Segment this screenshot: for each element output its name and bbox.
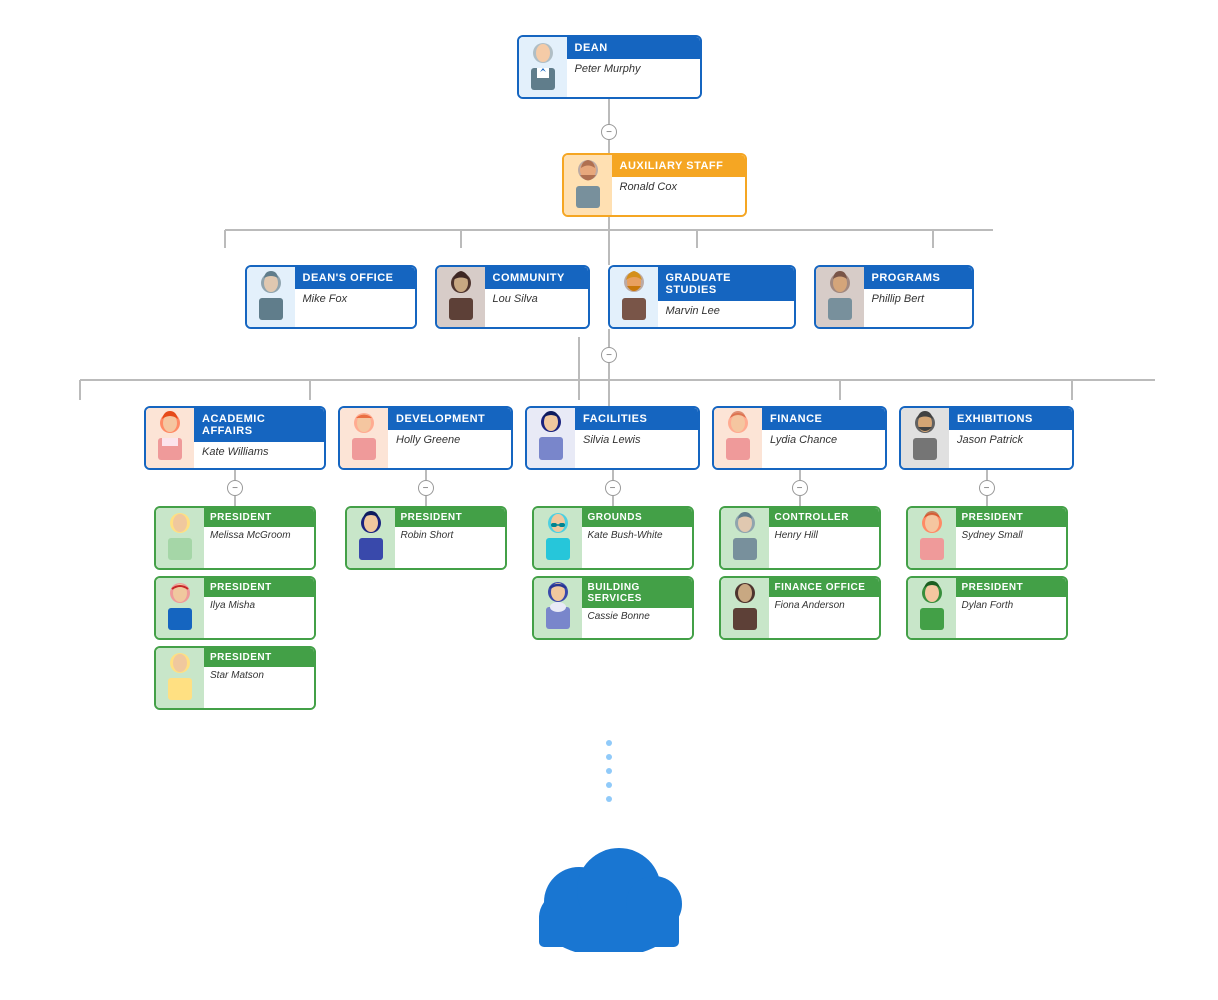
dot-5 bbox=[606, 796, 612, 802]
dot-3 bbox=[606, 768, 612, 774]
dept-4-name: Jason Patrick bbox=[949, 430, 1072, 451]
facilities-subs: GROUNDS Kate Bush-White bbox=[532, 506, 694, 640]
academic-affairs-avatar bbox=[146, 408, 194, 468]
dots bbox=[606, 740, 612, 802]
mid-2-title: GRADUATE STUDIES bbox=[658, 267, 794, 301]
minus-btn-dept1[interactable]: − bbox=[418, 480, 434, 496]
dept-0-name: Kate Williams bbox=[194, 442, 324, 463]
sub-node-2-0: GROUNDS Kate Bush-White bbox=[532, 506, 694, 570]
dept-0-title: ACADEMIC AFFAIRS bbox=[194, 408, 324, 442]
sub-node-2-1: BUILDING SERVICES Cassie Bonne bbox=[532, 576, 694, 640]
grad-studies-col: GRADUATE STUDIES Marvin Lee bbox=[608, 265, 796, 329]
dept-3-title: FINANCE bbox=[762, 408, 885, 430]
development-node: DEVELOPMENT Holly Greene bbox=[338, 406, 513, 470]
mid-0-title: DEAN'S OFFICE bbox=[295, 267, 415, 289]
mid-2-name: Marvin Lee bbox=[658, 301, 794, 322]
finance-col: FINANCE Lydia Chance − bbox=[712, 406, 887, 640]
conn-v3 bbox=[608, 217, 610, 265]
exhibitions-node: EXHIBITIONS Jason Patrick bbox=[899, 406, 1074, 470]
development-col: DEVELOPMENT Holly Greene − bbox=[338, 406, 513, 570]
sub-node-4-1: PRESIDENT Dylan Forth bbox=[906, 576, 1068, 640]
cloud-icon bbox=[519, 822, 699, 952]
sub-node-4-0: PRESIDENT Sydney Small bbox=[906, 506, 1068, 570]
minus-btn-dept3[interactable]: − bbox=[792, 480, 808, 496]
sub-node-0-1: PRESIDENT Ilya Misha bbox=[154, 576, 316, 640]
sub-node-3-0: CONTROLLER Henry Hill bbox=[719, 506, 881, 570]
grad-studies-node: GRADUATE STUDIES Marvin Lee bbox=[608, 265, 796, 329]
mid-1-name: Lou Silva bbox=[485, 289, 588, 310]
minus-btn-dept2[interactable]: − bbox=[605, 480, 621, 496]
deans-office-node: DEAN'S OFFICE Mike Fox bbox=[245, 265, 417, 329]
grad-studies-avatar bbox=[610, 267, 658, 327]
exhibitions-avatar bbox=[901, 408, 949, 468]
sub-node-3-1: FINANCE OFFICE Fiona Anderson bbox=[719, 576, 881, 640]
mid-0-name: Mike Fox bbox=[295, 289, 415, 310]
dean-avatar bbox=[519, 37, 567, 97]
facilities-col: FACILITIES Silvia Lewis − bbox=[525, 406, 700, 640]
programs-col: PROGRAMS Phillip Bert bbox=[814, 265, 974, 329]
dept-1-title: DEVELOPMENT bbox=[388, 408, 511, 430]
aux-avatar bbox=[564, 155, 612, 215]
academic-affairs-subs: PRESIDENT Melissa McGroom bbox=[154, 506, 316, 710]
dot-1 bbox=[606, 740, 612, 746]
aux-title: AUXILIARY STAFF bbox=[612, 155, 745, 177]
community-avatar bbox=[437, 267, 485, 327]
mid-3-name: Phillip Bert bbox=[864, 289, 972, 310]
finance-avatar bbox=[714, 408, 762, 468]
conn-v1 bbox=[608, 99, 610, 124]
finance-node: FINANCE Lydia Chance bbox=[712, 406, 887, 470]
finance-subs: CONTROLLER Henry Hill bbox=[719, 506, 881, 640]
cloud-area bbox=[519, 822, 699, 952]
deans-office-avatar bbox=[247, 267, 295, 327]
minus-btn-dept4[interactable]: − bbox=[979, 480, 995, 496]
dean-content: DEAN Peter Murphy bbox=[567, 37, 700, 97]
dot-2 bbox=[606, 754, 612, 760]
dean-node: DEAN Peter Murphy bbox=[517, 35, 702, 99]
development-avatar bbox=[340, 408, 388, 468]
exhibitions-subs: PRESIDENT Sydney Small bbox=[906, 506, 1068, 640]
aux-node: AUXILIARY STAFF Ronald Cox bbox=[562, 153, 747, 217]
programs-avatar bbox=[816, 267, 864, 327]
conn-v2 bbox=[608, 140, 610, 153]
mid-3-title: PROGRAMS bbox=[864, 267, 972, 289]
dean-name: Peter Murphy bbox=[567, 59, 700, 80]
dot-4 bbox=[606, 782, 612, 788]
aux-name: Ronald Cox bbox=[612, 177, 745, 198]
minus-btn-2[interactable]: − bbox=[601, 347, 617, 363]
dept-4-title: EXHIBITIONS bbox=[949, 408, 1072, 430]
sub-node-1-0: PRESIDENT Robin Short bbox=[345, 506, 507, 570]
minus-btn-1[interactable]: − bbox=[601, 124, 617, 140]
academic-affairs-node: ACADEMIC AFFAIRS Kate Williams bbox=[144, 406, 326, 470]
community-node: COMMUNITY Lou Silva bbox=[435, 265, 590, 329]
aux-content: AUXILIARY STAFF Ronald Cox bbox=[612, 155, 745, 215]
academic-affairs-col: ACADEMIC AFFAIRS Kate Williams − bbox=[144, 406, 326, 710]
facilities-node: FACILITIES Silvia Lewis bbox=[525, 406, 700, 470]
minus-btn-dept0[interactable]: − bbox=[227, 480, 243, 496]
dept-2-name: Silvia Lewis bbox=[575, 430, 698, 451]
conn-v4 bbox=[608, 329, 610, 347]
dept-1-name: Holly Greene bbox=[388, 430, 511, 451]
dean-title: DEAN bbox=[567, 37, 700, 59]
conn-v5 bbox=[608, 363, 610, 406]
facilities-avatar bbox=[527, 408, 575, 468]
programs-node: PROGRAMS Phillip Bert bbox=[814, 265, 974, 329]
exhibitions-col: EXHIBITIONS Jason Patrick − bbox=[899, 406, 1074, 640]
mid-1-title: COMMUNITY bbox=[485, 267, 588, 289]
deans-office-col: DEAN'S OFFICE Mike Fox bbox=[245, 265, 417, 329]
sub-node-0-2: PRESIDENT Star Matson bbox=[154, 646, 316, 710]
sub-node-0-0: PRESIDENT Melissa McGroom bbox=[154, 506, 316, 570]
community-col: COMMUNITY Lou Silva bbox=[435, 265, 590, 329]
dept-3-name: Lydia Chance bbox=[762, 430, 885, 451]
dept-2-title: FACILITIES bbox=[575, 408, 698, 430]
